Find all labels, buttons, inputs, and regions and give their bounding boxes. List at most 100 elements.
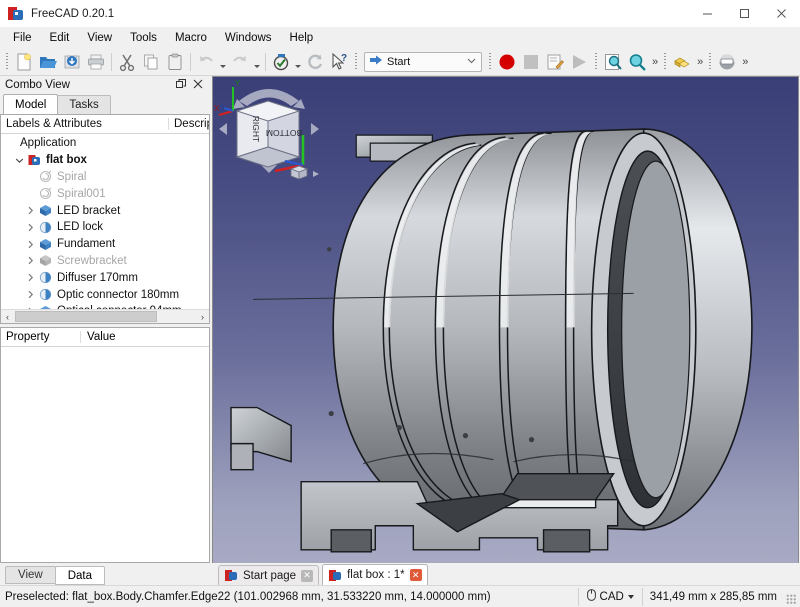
tree-item[interactable]: Screwbracket [1,253,209,270]
tab-view[interactable]: View [5,566,56,584]
tree-header-description[interactable]: Descrip [169,118,209,130]
chevron-right-icon[interactable] [23,256,38,265]
draw-style-overflow[interactable]: » [739,56,750,68]
tree-item-label: Spiral [57,170,87,183]
property-column-header[interactable]: Property [1,331,81,343]
property-view-data-tabs: View Data [0,566,210,585]
scroll-left-icon[interactable]: ‹ [1,310,14,323]
menu-tools[interactable]: Tools [121,29,166,48]
sphere-blue-icon [38,221,53,234]
toolbar-grip[interactable] [4,52,10,72]
tree-header-labels[interactable]: Labels & Attributes [1,118,169,130]
spiral-icon [38,187,53,200]
close-icon[interactable]: ✕ [409,569,422,581]
document-tab-start-page[interactable]: Start page ✕ [218,565,320,585]
tree-item[interactable]: Spiral001 [1,185,209,202]
tree-item[interactable]: Optic connector 180mm [1,286,209,303]
menu-view[interactable]: View [78,29,121,48]
tab-data[interactable]: Data [54,566,106,585]
chevron-right-icon[interactable] [23,223,38,232]
tree-item-label: Screwbracket [57,254,127,267]
macro-record-button[interactable] [495,50,519,74]
std-refresh-button[interactable] [269,50,293,74]
chevron-down-icon[interactable] [12,156,27,165]
toolbar-grip[interactable] [593,52,599,72]
macro-edit-button[interactable] [543,50,567,74]
redo-dropdown-arrow-icon[interactable] [252,50,262,74]
fit-all-button[interactable] [601,50,625,74]
navigation-style-selector[interactable]: CAD [577,587,642,606]
property-editor-panel: Property Value [0,327,210,563]
chevron-right-icon[interactable] [23,290,38,299]
toolbar-grip[interactable] [707,52,713,72]
undo-dropdown-arrow-icon[interactable] [218,50,228,74]
toolbar-row: ? Start » » » [0,48,800,76]
tree-item[interactable]: LED lock [1,219,209,236]
scroll-track[interactable] [14,311,196,322]
menu-edit[interactable]: Edit [41,29,79,48]
minimize-button[interactable] [689,0,726,28]
document-tab-flat-box[interactable]: flat box : 1* ✕ [322,564,428,585]
tree-item-label: Spiral001 [57,187,106,200]
redo-button[interactable] [228,50,252,74]
freecad-logo-icon [225,569,238,582]
tree-item-label: Diffuser 170mm [57,271,138,284]
cut-button[interactable] [115,50,139,74]
zoom-button[interactable] [625,50,649,74]
refresh-dropdown-arrow-icon[interactable] [293,50,303,74]
window-resize-grip[interactable] [784,589,798,605]
macro-stop-button[interactable] [519,50,543,74]
document-tab-label: flat box : 1* [347,569,405,581]
open-document-button[interactable] [36,50,60,74]
part-workbench-button[interactable] [670,50,694,74]
toolbar-grip[interactable] [353,52,359,72]
combo-view-panel: Combo View Model Tasks Labels & Attribut… [0,76,212,585]
undo-button[interactable] [194,50,218,74]
close-button[interactable] [763,0,800,28]
chevron-right-icon[interactable] [23,273,38,282]
tree-item[interactable]: flat box [1,152,209,169]
scroll-thumb[interactable] [15,311,157,322]
toolbar-grip[interactable] [487,52,493,72]
whats-this-button[interactable]: ? [327,50,351,74]
print-button[interactable] [84,50,108,74]
scroll-right-icon[interactable]: › [196,310,209,323]
tree-item[interactable]: Spiral [1,169,209,186]
save-document-button[interactable] [60,50,84,74]
tree-item[interactable]: Diffuser 170mm [1,269,209,286]
menu-macro[interactable]: Macro [166,29,216,48]
menu-help[interactable]: Help [281,29,323,48]
close-icon[interactable]: ✕ [301,569,314,582]
menu-windows[interactable]: Windows [216,29,281,48]
tree-item[interactable]: Fundament [1,236,209,253]
paste-button[interactable] [163,50,187,74]
tree-item[interactable]: Application [1,135,209,152]
spiral-icon [38,170,53,183]
view-toolbar-overflow[interactable]: » [649,56,660,68]
chevron-right-icon[interactable] [23,240,38,249]
chevron-right-icon[interactable] [23,206,38,215]
close-icon[interactable] [193,79,203,92]
draw-style-button[interactable] [715,50,739,74]
value-column-header[interactable]: Value [81,331,209,343]
sphere-blue-icon [38,288,53,301]
tab-tasks[interactable]: Tasks [57,95,111,114]
macro-execute-button[interactable] [567,50,591,74]
copy-button[interactable] [139,50,163,74]
maximize-button[interactable] [726,0,763,28]
tree-item[interactable]: LED bracket [1,202,209,219]
tree-horizontal-scrollbar[interactable]: ‹ › [1,309,209,323]
workbench-selector[interactable]: Start [364,51,482,72]
menu-file[interactable]: File [4,29,41,48]
part-toolbar-overflow[interactable]: » [694,56,705,68]
refresh-button[interactable] [303,50,327,74]
3d-viewport[interactable]: RIGHT BOTTOM Y X Z [212,76,799,563]
toolbar-grip[interactable] [662,52,668,72]
model-tree-panel: Labels & Attributes Descrip Application f… [0,114,210,324]
tab-model[interactable]: Model [3,94,59,114]
document-tab-bar: Start page ✕ flat box : 1* ✕ [212,563,799,585]
status-message: Preselected: flat_box.Body.Chamfer.Edge2… [5,590,491,603]
float-window-icon[interactable] [176,78,186,92]
new-document-button[interactable] [12,50,36,74]
tree-item-label: Fundament [57,238,116,251]
